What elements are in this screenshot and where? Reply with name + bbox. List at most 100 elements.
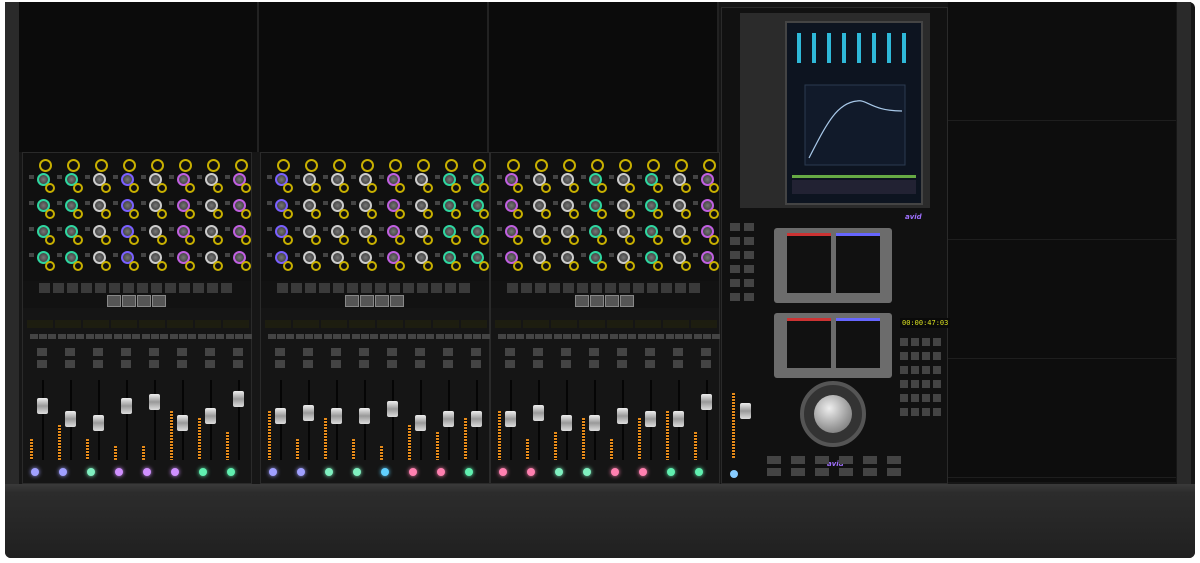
channel-button[interactable] [179, 334, 187, 339]
select-button[interactable] [199, 468, 207, 476]
pad-button[interactable] [375, 283, 386, 293]
knob-button[interactable] [113, 175, 118, 179]
pad-button[interactable] [81, 283, 92, 293]
transport-button[interactable] [863, 456, 877, 464]
pad-button[interactable] [165, 283, 176, 293]
mute-button[interactable] [93, 348, 103, 356]
channel-button[interactable] [572, 334, 580, 339]
mute-button[interactable] [233, 348, 243, 356]
mute-button[interactable] [205, 348, 215, 356]
channel-button[interactable] [48, 334, 56, 339]
select-button[interactable] [143, 468, 151, 476]
pad-button[interactable] [151, 283, 162, 293]
mute-button[interactable] [673, 348, 683, 356]
solo-button[interactable] [37, 360, 47, 368]
knob-button[interactable] [525, 201, 530, 205]
transport-button[interactable] [791, 456, 805, 464]
function-button[interactable] [730, 223, 740, 231]
channel-button[interactable] [454, 334, 462, 339]
solo-button[interactable] [561, 360, 571, 368]
transport-button[interactable] [767, 456, 781, 464]
pad-button[interactable] [39, 283, 50, 293]
channel-fader[interactable] [589, 415, 600, 431]
transport-button[interactable] [863, 468, 877, 476]
select-button[interactable] [730, 470, 738, 478]
knob-button[interactable] [609, 201, 614, 205]
knob-button[interactable] [637, 201, 642, 205]
channel-button[interactable] [712, 334, 720, 339]
keypad-button[interactable] [900, 366, 908, 374]
knob-button[interactable] [29, 227, 34, 231]
channel-button[interactable] [188, 334, 196, 339]
knob-button[interactable] [169, 227, 174, 231]
channel-button[interactable] [498, 334, 506, 339]
channel-button[interactable] [619, 334, 627, 339]
knob-button[interactable] [169, 201, 174, 205]
knob-button[interactable] [407, 227, 412, 231]
select-button[interactable] [59, 468, 67, 476]
select-button[interactable] [171, 468, 179, 476]
knob-button[interactable] [581, 201, 586, 205]
mute-button[interactable] [275, 348, 285, 356]
transport-button[interactable] [887, 456, 901, 464]
channel-button[interactable] [95, 334, 103, 339]
keypad-button[interactable] [933, 338, 941, 346]
solo-button[interactable] [149, 360, 159, 368]
keypad-button[interactable] [911, 366, 919, 374]
channel-button[interactable] [638, 334, 646, 339]
channel-button[interactable] [563, 334, 571, 339]
pad-button[interactable] [605, 283, 616, 293]
knob-button[interactable] [553, 253, 558, 257]
knob-button[interactable] [435, 201, 440, 205]
channel-button[interactable] [86, 334, 94, 339]
channel-button[interactable] [473, 334, 481, 339]
select-button[interactable] [353, 468, 361, 476]
knob-button[interactable] [323, 253, 328, 257]
channel-fader[interactable] [673, 411, 684, 427]
pad-button[interactable] [549, 283, 560, 293]
keypad-button[interactable] [922, 366, 930, 374]
channel-button[interactable] [535, 334, 543, 339]
keypad-button[interactable] [911, 352, 919, 360]
channel-fader[interactable] [149, 394, 160, 410]
knob-button[interactable] [57, 227, 62, 231]
pad-button[interactable] [521, 283, 532, 293]
pad-button[interactable] [319, 283, 330, 293]
pad-button[interactable] [417, 283, 428, 293]
pad-button[interactable] [507, 283, 518, 293]
pad-button[interactable] [109, 283, 120, 293]
channel-button[interactable] [67, 334, 75, 339]
channel-button[interactable] [39, 334, 47, 339]
knob-button[interactable] [497, 175, 502, 179]
channel-button[interactable] [352, 334, 360, 339]
knob-button[interactable] [463, 227, 468, 231]
keypad-button[interactable] [922, 408, 930, 416]
knob-button[interactable] [637, 175, 642, 179]
knob-button[interactable] [57, 175, 62, 179]
knob-button[interactable] [57, 253, 62, 257]
channel-fader[interactable] [561, 415, 572, 431]
solo-button[interactable] [121, 360, 131, 368]
function-button[interactable] [744, 279, 754, 287]
knob-button[interactable] [141, 227, 146, 231]
knob-button[interactable] [435, 227, 440, 231]
knob-button[interactable] [665, 201, 670, 205]
channel-button[interactable] [296, 334, 304, 339]
keypad-button[interactable] [922, 352, 930, 360]
knob-button[interactable] [497, 253, 502, 257]
mute-button[interactable] [177, 348, 187, 356]
knob-button[interactable] [581, 227, 586, 231]
knob-button[interactable] [141, 253, 146, 257]
channel-button[interactable] [647, 334, 655, 339]
knob-button[interactable] [581, 253, 586, 257]
pad-button[interactable] [563, 283, 574, 293]
solo-button[interactable] [65, 360, 75, 368]
knob-button[interactable] [323, 201, 328, 205]
solo-button[interactable] [645, 360, 655, 368]
mute-button[interactable] [415, 348, 425, 356]
channel-fader[interactable] [331, 408, 342, 424]
channel-button[interactable] [30, 334, 38, 339]
channel-button[interactable] [324, 334, 332, 339]
mute-button[interactable] [617, 348, 627, 356]
mute-button[interactable] [443, 348, 453, 356]
